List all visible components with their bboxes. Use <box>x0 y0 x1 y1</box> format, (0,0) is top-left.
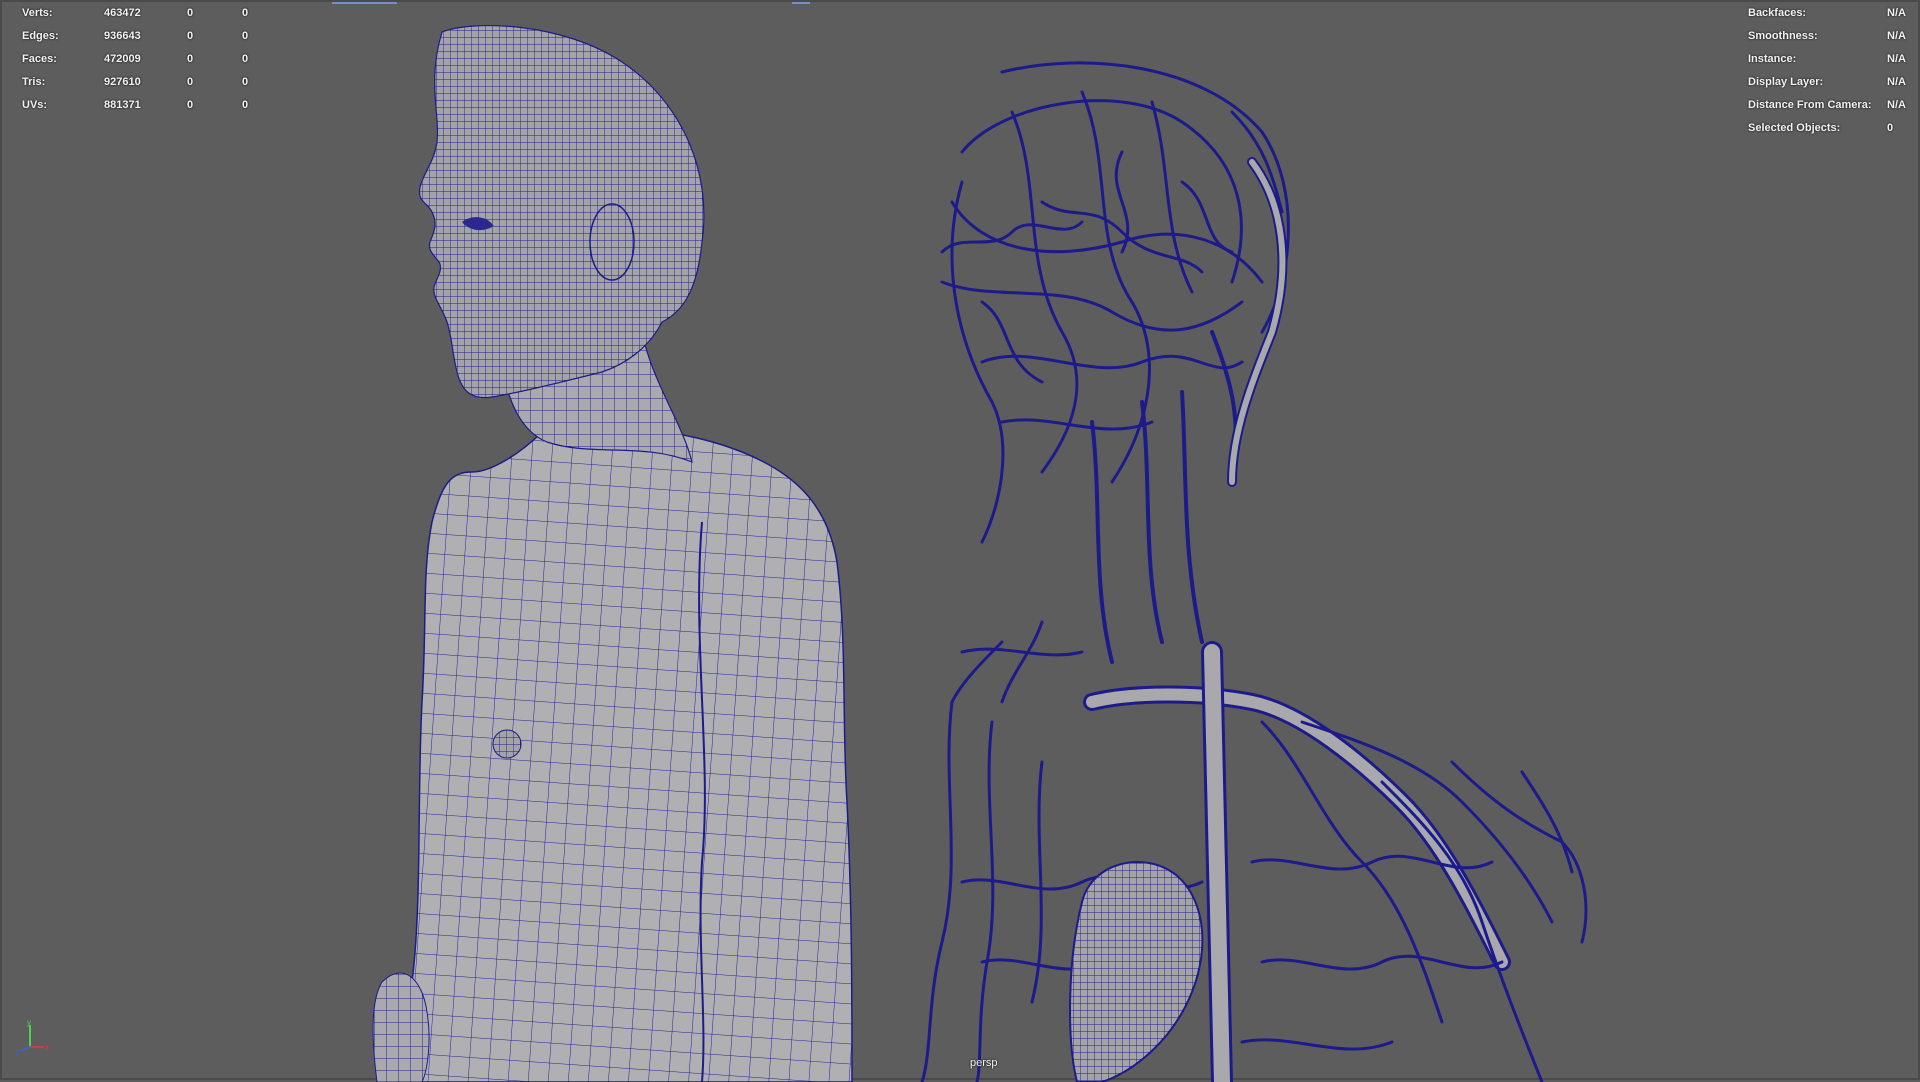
axis-gizmo-icon: y x z <box>15 1018 49 1057</box>
detail-value: N/A <box>1887 99 1906 111</box>
detail-label: Backfaces: <box>1748 7 1807 19</box>
stat-selected: 0 <box>187 30 194 42</box>
detail-value: N/A <box>1887 53 1906 65</box>
detail-value: N/A <box>1887 30 1906 42</box>
stat-selected: 0 <box>187 99 194 111</box>
stat-total: 927610 <box>104 76 141 88</box>
svg-text:z: z <box>15 1048 19 1057</box>
neck-vessels <box>1090 330 1238 664</box>
vascular-system-mesh[interactable] <box>920 61 1588 1082</box>
object-details-hud: Backfaces: N/A Smoothness: N/A Instance:… <box>1748 4 1918 134</box>
stat-component: 0 <box>242 53 249 65</box>
svg-text:x: x <box>45 1043 49 1052</box>
poly-count-hud: Verts: 463472 0 0 Edges: 936643 0 0 Face… <box>22 4 282 111</box>
stat-label: Edges: <box>22 30 59 42</box>
stat-selected: 0 <box>187 76 194 88</box>
stat-component: 0 <box>242 99 249 111</box>
detail-value: 0 <box>1887 122 1894 134</box>
detail-value: N/A <box>1887 7 1906 19</box>
stat-total: 881371 <box>104 99 141 111</box>
stat-selected: 0 <box>187 7 194 19</box>
stat-component: 0 <box>242 76 249 88</box>
detail-value: N/A <box>1887 76 1906 88</box>
scene-canvas[interactable] <box>2 2 1920 1082</box>
stat-component: 0 <box>242 7 249 19</box>
detail-label: Smoothness: <box>1748 30 1818 42</box>
stat-label: Verts: <box>22 7 53 19</box>
head-mesh[interactable] <box>418 24 705 399</box>
stat-total: 463472 <box>104 7 141 19</box>
torso-mesh[interactable] <box>391 419 853 1082</box>
detail-label: Instance: <box>1748 53 1797 65</box>
stat-selected: 0 <box>187 53 194 65</box>
svg-text:y: y <box>27 1018 31 1027</box>
stat-label: UVs: <box>22 99 48 111</box>
detail-label: Selected Objects: <box>1748 122 1841 134</box>
forearm-mesh <box>372 972 430 1082</box>
ear-mesh <box>589 203 635 281</box>
torso-vessels <box>920 620 1588 1082</box>
stat-total: 936643 <box>104 30 141 42</box>
chest-detail <box>492 729 522 759</box>
heart-mesh <box>1069 861 1204 1082</box>
stat-label: Faces: <box>22 53 57 65</box>
stat-component: 0 <box>242 30 249 42</box>
human-body-mesh[interactable] <box>372 24 853 1082</box>
stat-label: Tris: <box>22 76 46 88</box>
camera-name-label: persp <box>970 1057 998 1069</box>
detail-label: Display Layer: <box>1748 76 1824 88</box>
detail-label: Distance From Camera: <box>1748 99 1872 111</box>
perspective-viewport[interactable]: Verts: 463472 0 0 Edges: 936643 0 0 Face… <box>0 0 1920 1082</box>
stat-total: 472009 <box>104 53 141 65</box>
